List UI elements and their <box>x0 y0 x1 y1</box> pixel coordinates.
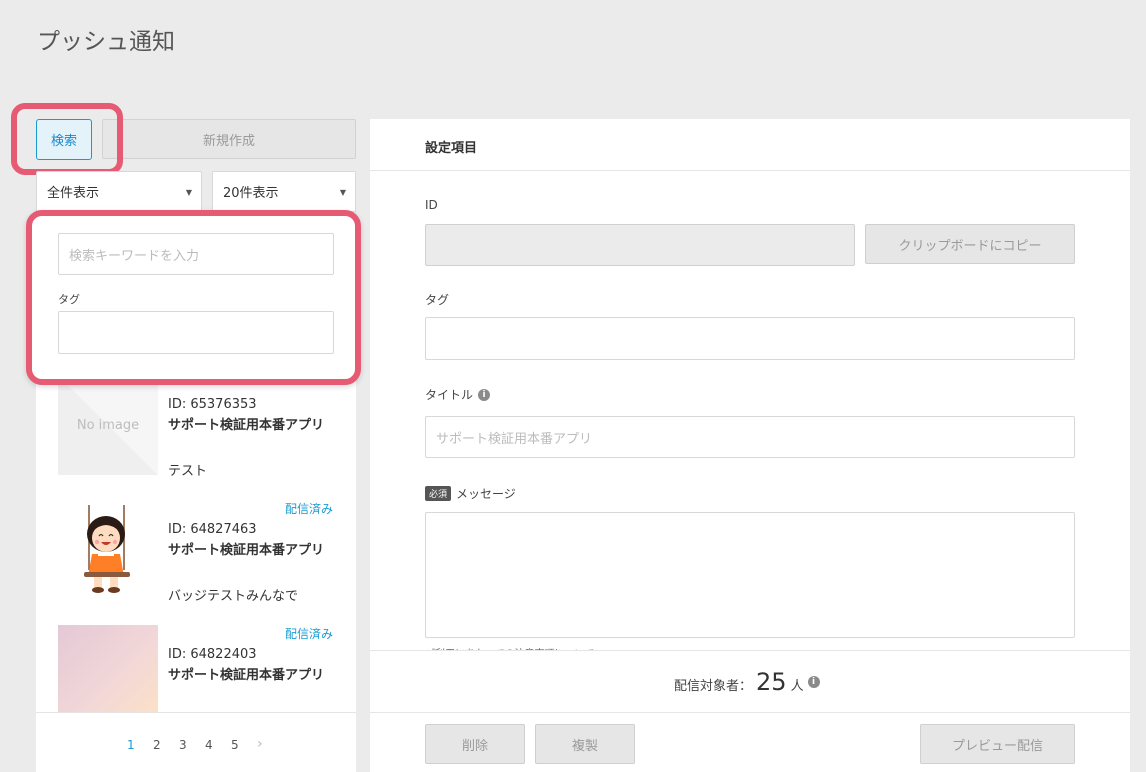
display-filter-select[interactable]: 全件表示 ▼ <box>36 171 202 212</box>
tag-label: タグ <box>425 293 450 307</box>
target-count-bar: 配信対象者： 25 人 i <box>370 650 1130 713</box>
tag-field[interactable] <box>425 317 1075 360</box>
highlight-frame-search-button <box>11 103 123 175</box>
no-image-thumbnail: No image <box>58 375 158 475</box>
dropdown-arrow-icon: ▼ <box>185 188 192 197</box>
list-item[interactable]: 配信済み ID: 64827463 サポート検証用本番アプリ バッジテストみんな… <box>36 500 356 610</box>
title-label-row: タイトル i <box>425 386 491 403</box>
preview-send-button[interactable]: プレビュー配信 <box>920 724 1075 764</box>
display-filter-value: 全件表示 <box>47 186 100 201</box>
page-size-select[interactable]: 20件表示 ▼ <box>212 171 356 212</box>
page-link-3[interactable]: 3 <box>179 738 187 752</box>
page-size-value: 20件表示 <box>223 186 279 201</box>
item-message: テスト <box>168 464 208 479</box>
next-page-icon[interactable]: › <box>257 736 263 752</box>
copy-to-clipboard-button[interactable]: クリップボードにコピー <box>865 224 1075 264</box>
keyword-search-input[interactable]: 検索キーワードを入力 <box>58 233 334 275</box>
required-badge: 必須 <box>425 486 452 501</box>
target-label: 配信対象者： <box>674 679 753 694</box>
new-create-button[interactable]: 新規作成 <box>102 119 356 159</box>
page-title: プッシュ通知 <box>37 29 175 55</box>
info-icon[interactable]: i <box>807 676 820 688</box>
dropdown-arrow-icon: ▼ <box>339 188 346 197</box>
message-textarea[interactable] <box>425 512 1075 638</box>
page-link-2[interactable]: 2 <box>153 738 161 752</box>
id-label: ID <box>425 198 438 212</box>
search-popup: 検索キーワードを入力 タグ <box>26 210 361 385</box>
item-app-name: サポート検証用本番アプリ <box>168 543 325 558</box>
target-unit: 人 <box>790 679 804 694</box>
item-id: ID: 64822403 <box>168 647 257 662</box>
item-id: ID: 65376353 <box>168 397 257 412</box>
tag-search-input[interactable] <box>58 311 334 354</box>
item-app-name: サポート検証用本番アプリ <box>168 418 325 433</box>
settings-title: 設定項目 <box>425 141 478 156</box>
id-field <box>425 224 855 266</box>
item-id: ID: 64827463 <box>168 522 257 537</box>
delete-button[interactable]: 削除 <box>425 724 525 764</box>
title-input[interactable]: サポート検証用本番アプリ <box>425 416 1075 458</box>
swing-girl-illustration <box>58 500 158 600</box>
list-item[interactable]: No image ID: 65376353 サポート検証用本番アプリ テスト <box>36 375 356 485</box>
pagination: 1 2 3 4 5 › <box>36 712 356 772</box>
status-badge: 配信済み <box>284 502 333 516</box>
target-count: 配信対象者： 25 人 i <box>674 668 820 696</box>
page-link-1[interactable]: 1 <box>127 738 135 752</box>
gradient-thumbnail <box>58 625 158 725</box>
tag-label: タグ <box>58 293 80 306</box>
duplicate-button[interactable]: 複製 <box>535 724 635 764</box>
info-icon[interactable]: i <box>478 388 491 401</box>
message-label: メッセージ <box>456 487 516 501</box>
status-badge: 配信済み <box>284 627 333 641</box>
settings-header: 設定項目 <box>370 119 1130 171</box>
item-message: バッジテストみんなで <box>168 589 299 604</box>
item-app-name: サポート検証用本番アプリ <box>168 668 325 683</box>
page-link-4[interactable]: 4 <box>205 738 213 752</box>
target-number: 25 <box>756 668 787 696</box>
settings-panel: 設定項目 ID クリップボードにコピー タグ タイトル i サポート検証用本番ア… <box>370 119 1130 772</box>
title-label: タイトル <box>425 388 474 402</box>
message-label-row: 必須 メッセージ <box>425 485 516 502</box>
page-link-5[interactable]: 5 <box>231 738 239 752</box>
